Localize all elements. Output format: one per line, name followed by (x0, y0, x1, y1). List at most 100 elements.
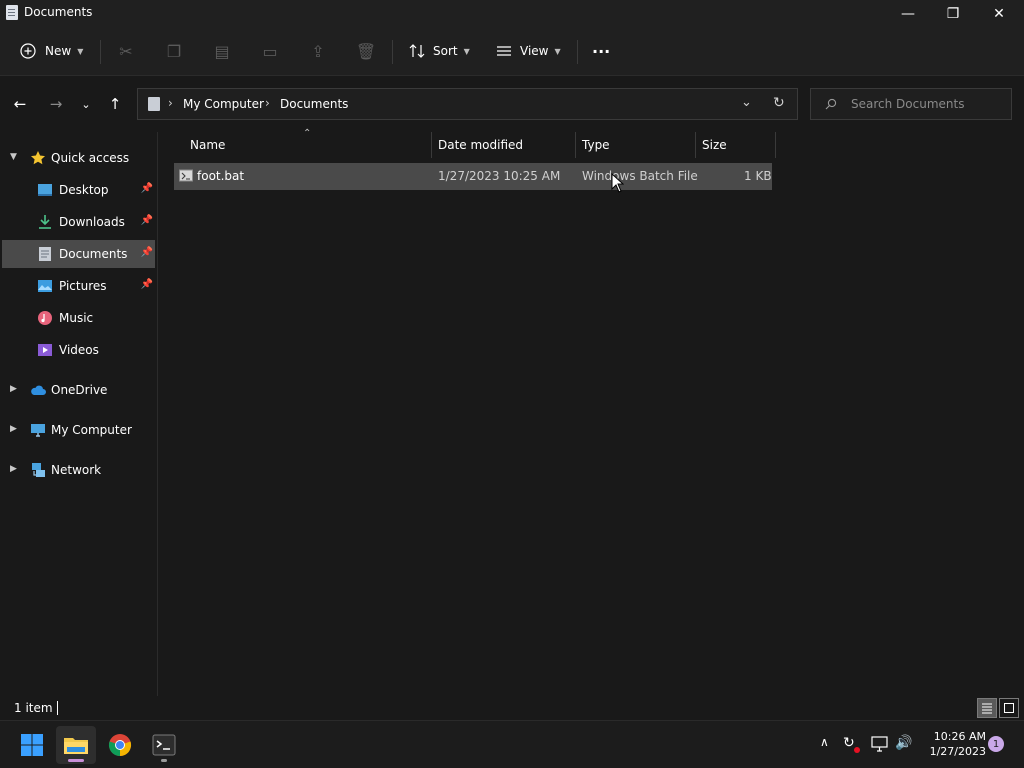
large-icons-view-button[interactable] (999, 698, 1019, 718)
column-resize-handle[interactable] (775, 132, 776, 158)
large-icons-view-icon (1004, 703, 1014, 713)
sidebar-item-documents[interactable]: Documents 📌 (2, 240, 155, 268)
close-button[interactable]: ✕ (976, 0, 1022, 28)
share-icon[interactable]: ⇪ (305, 38, 331, 64)
sync-error-dot (854, 747, 860, 753)
documents-icon (6, 5, 18, 20)
details-view-button[interactable] (977, 698, 997, 718)
refresh-icon[interactable]: ↻ (773, 95, 785, 111)
divider (577, 40, 578, 64)
taskbar-file-explorer[interactable] (56, 726, 96, 764)
copy-icon[interactable]: ❐ (161, 38, 187, 64)
music-icon (38, 311, 52, 325)
column-header-type[interactable]: Type (582, 132, 610, 158)
breadcrumb-documents[interactable]: Documents (280, 97, 348, 111)
sidebar-item-music[interactable]: Music (2, 304, 155, 332)
column-resize-handle[interactable] (695, 132, 696, 158)
taskbar-chrome[interactable] (100, 726, 140, 764)
pin-icon[interactable]: 📌 (141, 183, 153, 194)
sidebar-item-onedrive[interactable]: ▶ OneDrive (2, 376, 155, 404)
pin-icon[interactable]: 📌 (141, 247, 153, 258)
sidebar-item-label: Desktop (59, 183, 109, 197)
view-button[interactable]: View ▼ (496, 38, 561, 64)
navigation-pane: ▼ Quick access Desktop 📌 Downloads 📌 Doc… (0, 132, 158, 696)
file-date: 1/27/2023 10:25 AM (438, 169, 561, 183)
details-view-icon (982, 703, 992, 714)
plus-circle-icon (20, 43, 36, 59)
active-app-indicator (68, 759, 84, 762)
address-history-chevron-icon[interactable]: ⌄ (741, 95, 752, 110)
minimize-button[interactable]: — (885, 0, 931, 28)
search-placeholder: Search Documents (851, 97, 965, 111)
up-arrow-icon[interactable]: ↑ (103, 94, 127, 114)
pin-icon[interactable]: 📌 (141, 279, 153, 290)
search-icon (825, 98, 837, 110)
column-resize-handle[interactable] (575, 132, 576, 158)
breadcrumb-separator: › (168, 96, 173, 110)
sidebar-item-my-computer[interactable]: ▶ My Computer (2, 416, 155, 444)
column-resize-handle[interactable] (431, 132, 432, 158)
file-name: foot.bat (197, 169, 245, 183)
taskbar-terminal[interactable] (144, 726, 184, 764)
expand-chevron-icon[interactable]: ▶ (10, 464, 17, 474)
delete-icon[interactable]: 🗑 (353, 38, 379, 64)
desktop-icon (38, 184, 52, 196)
sidebar-item-quick-access[interactable]: ▼ Quick access (2, 144, 155, 172)
command-bar: New ▼ ✂ ❐ ▤ ▭ ⇪ 🗑 Sort ▼ View ▼ ··· (0, 28, 1024, 76)
view-label: View (520, 44, 549, 58)
network-label: Network (51, 463, 102, 477)
sidebar-item-downloads[interactable]: Downloads 📌 (2, 208, 155, 236)
sidebar-item-videos[interactable]: Videos (2, 336, 155, 364)
file-type: Windows Batch File (582, 169, 698, 183)
cut-icon[interactable]: ✂ (113, 38, 139, 64)
notification-badge[interactable]: 1 (988, 736, 1004, 752)
sidebar-item-network[interactable]: ▶ Network (2, 456, 155, 484)
status-bar: 1 item (0, 696, 1024, 720)
sidebar-item-desktop[interactable]: Desktop 📌 (2, 176, 155, 204)
sidebar-item-pictures[interactable]: Pictures 📌 (2, 272, 155, 300)
onedrive-label: OneDrive (51, 383, 108, 397)
expand-chevron-icon[interactable]: ▶ (10, 384, 17, 394)
expand-chevron-icon[interactable]: ▼ (10, 152, 17, 162)
network-status-icon[interactable] (871, 736, 888, 752)
column-header-date[interactable]: Date modified (438, 132, 523, 158)
documents-icon (148, 97, 160, 111)
chrome-icon (108, 734, 132, 757)
pictures-icon (38, 280, 52, 292)
start-button[interactable] (12, 726, 52, 764)
table-row[interactable]: foot.bat 1/27/2023 10:25 AM Windows Batc… (174, 163, 772, 190)
batch-file-icon (179, 169, 193, 182)
address-row: ← → ⌄ ↑ › My Computer › Documents ⌄ ↻ Se… (0, 76, 1024, 132)
show-hidden-icons-chevron-icon[interactable]: ∧ (820, 735, 829, 749)
address-bar[interactable]: › My Computer › Documents ⌄ ↻ (137, 88, 798, 120)
onedrive-cloud-icon (31, 385, 46, 395)
chevron-down-icon: ▼ (554, 46, 561, 56)
paste-icon[interactable]: ▤ (209, 38, 235, 64)
taskbar: ∧ ↻ 🔊 10:26 AM 1/27/2023 1 (0, 720, 1024, 768)
column-header-name[interactable]: Name (190, 132, 225, 158)
sidebar-item-label: Music (59, 311, 94, 325)
search-input[interactable]: Search Documents (810, 88, 1012, 120)
item-count: 1 item (14, 701, 53, 715)
volume-icon[interactable]: 🔊 (895, 735, 912, 751)
system-clock[interactable]: 10:26 AM 1/27/2023 (918, 729, 986, 759)
restore-button[interactable]: ❐ (930, 0, 976, 28)
breadcrumb-my-computer[interactable]: My Computer (183, 97, 264, 111)
chevron-down-icon: ▼ (463, 46, 470, 56)
sort-button[interactable]: Sort ▼ (408, 38, 470, 64)
title-bar: Documents — ❐ ✕ (0, 0, 1024, 28)
expand-chevron-icon[interactable]: ▶ (10, 424, 17, 434)
recent-locations-chevron-icon[interactable]: ⌄ (74, 94, 98, 114)
new-button[interactable]: New ▼ (20, 38, 83, 64)
forward-arrow-icon[interactable]: → (44, 94, 68, 114)
sync-status-icon[interactable]: ↻ (843, 735, 855, 751)
rename-icon[interactable]: ▭ (257, 38, 283, 64)
sidebar-item-label: Documents (59, 247, 128, 261)
back-arrow-icon[interactable]: ← (8, 94, 32, 114)
network-icon (32, 463, 45, 477)
column-header-size[interactable]: Size (702, 132, 727, 158)
pin-icon[interactable]: 📌 (141, 215, 153, 226)
more-options-icon[interactable]: ··· (592, 38, 610, 64)
sidebar-item-label: Videos (59, 343, 99, 357)
star-icon (31, 151, 45, 165)
